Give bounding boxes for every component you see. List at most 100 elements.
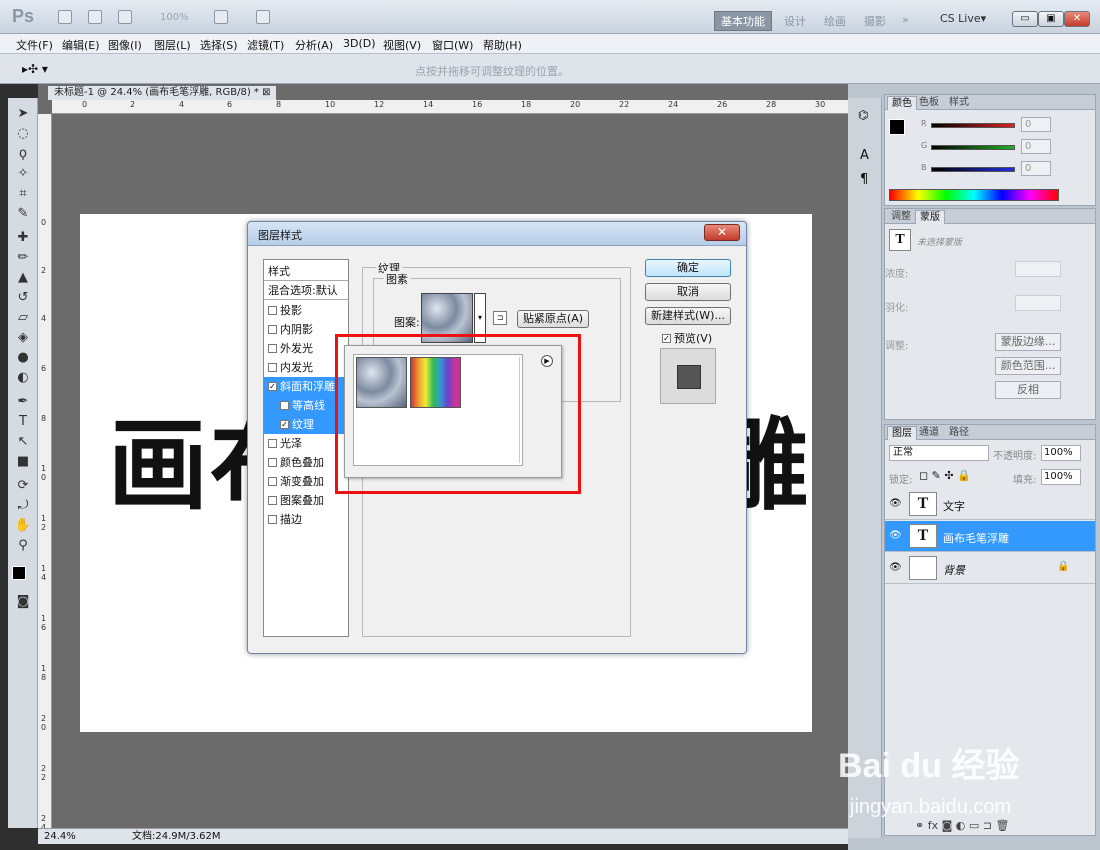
type-tool-icon[interactable]: T bbox=[13, 414, 33, 430]
character-panel-icon[interactable]: A bbox=[860, 148, 869, 163]
checkbox[interactable] bbox=[268, 514, 277, 524]
checkbox[interactable] bbox=[268, 495, 277, 505]
lasso-tool-icon[interactable]: ϙ bbox=[13, 146, 33, 162]
visibility-eye-icon[interactable]: 👁 bbox=[889, 498, 902, 509]
style-pattern-overlay[interactable]: 图案叠加 bbox=[264, 491, 348, 510]
menu-select[interactable]: 选择(S) bbox=[200, 37, 238, 53]
tab-paths[interactable]: 路径 bbox=[945, 426, 973, 440]
restore-button[interactable]: ▣ bbox=[1038, 11, 1064, 27]
preview-checkbox-row[interactable]: ✓ 预览(V) bbox=[662, 330, 712, 346]
move-tool-preset-icon[interactable]: ▸✣ ▾ bbox=[22, 62, 48, 76]
cancel-button[interactable]: 取消 bbox=[645, 283, 731, 301]
workspace-painting[interactable]: 绘画 bbox=[824, 13, 846, 29]
new-style-button[interactable]: 新建样式(W)... bbox=[645, 307, 731, 325]
pattern-rainbow-swatch[interactable] bbox=[410, 357, 461, 408]
blending-options[interactable]: 混合选项:默认 bbox=[264, 281, 348, 300]
fg-color-swatch[interactable] bbox=[889, 119, 905, 135]
snap-to-origin-button[interactable]: 贴紧原点(A) bbox=[517, 310, 589, 328]
menu-analysis[interactable]: 分析(A) bbox=[295, 37, 333, 53]
style-inner-shadow[interactable]: 内阴影 bbox=[264, 320, 348, 339]
style-contour[interactable]: 等高线 bbox=[264, 396, 348, 415]
checkbox-checked[interactable]: ✓ bbox=[280, 419, 289, 429]
density-field[interactable] bbox=[1015, 261, 1061, 277]
tab-color[interactable]: 颜色 bbox=[887, 96, 917, 110]
checkbox[interactable] bbox=[268, 457, 277, 467]
menu-edit[interactable]: 编辑(E) bbox=[62, 37, 100, 53]
style-gradient-overlay[interactable]: 渐变叠加 bbox=[264, 472, 348, 491]
checkbox[interactable] bbox=[268, 362, 277, 372]
menu-view[interactable]: 视图(V) bbox=[383, 37, 421, 53]
ok-button[interactable]: 确定 bbox=[645, 259, 731, 277]
pattern-bubbles-swatch[interactable] bbox=[356, 357, 407, 408]
move-tool-icon[interactable]: ➤ bbox=[13, 106, 33, 122]
tab-channels[interactable]: 通道 bbox=[915, 426, 943, 440]
status-doc-size[interactable]: 文档:24.9M/3.62M bbox=[132, 829, 221, 845]
style-satin[interactable]: 光泽 bbox=[264, 434, 348, 453]
cs-live-menu[interactable]: CS Live▾ bbox=[940, 12, 986, 25]
feather-field[interactable] bbox=[1015, 295, 1061, 311]
g-slider[interactable] bbox=[931, 145, 1015, 150]
style-inner-glow[interactable]: 内发光 bbox=[264, 358, 348, 377]
layer-row[interactable]: 👁 T 文字 bbox=[885, 489, 1095, 520]
lock-icons[interactable]: ◻ ✎ ✣ 🔒 bbox=[919, 469, 971, 482]
checkbox[interactable] bbox=[280, 400, 289, 410]
status-zoom[interactable]: 24.4% bbox=[44, 829, 76, 845]
quick-select-tool-icon[interactable]: ✧ bbox=[13, 166, 33, 182]
style-color-overlay[interactable]: 颜色叠加 bbox=[264, 453, 348, 472]
b-value[interactable]: 0 bbox=[1021, 161, 1051, 176]
paint-bucket-tool-icon[interactable]: ◈ bbox=[13, 330, 33, 346]
dialog-close-button[interactable]: ✕ bbox=[704, 224, 740, 241]
style-outer-glow[interactable]: 外发光 bbox=[264, 339, 348, 358]
color-spectrum-bar[interactable] bbox=[889, 189, 1059, 201]
visibility-eye-icon[interactable]: 👁 bbox=[889, 562, 902, 573]
eraser-tool-icon[interactable]: ▱ bbox=[13, 310, 33, 326]
brush-tool-icon[interactable]: ✏ bbox=[13, 250, 33, 266]
clone-stamp-tool-icon[interactable]: ▲ bbox=[13, 270, 33, 286]
layer-row[interactable]: 👁 背景 🔒 bbox=[885, 553, 1095, 584]
paragraph-panel-icon[interactable]: ¶ bbox=[860, 172, 868, 187]
checkbox[interactable] bbox=[268, 343, 277, 353]
tab-layers[interactable]: 图层 bbox=[887, 426, 917, 440]
tab-masks[interactable]: 蒙版 bbox=[915, 210, 945, 224]
preview-checkbox[interactable]: ✓ bbox=[662, 333, 671, 343]
workspace-photography[interactable]: 摄影 bbox=[864, 13, 886, 29]
b-slider[interactable] bbox=[931, 167, 1015, 172]
3d-rotate-tool-icon[interactable]: ⟳ bbox=[13, 478, 33, 494]
style-stroke[interactable]: 描边 bbox=[264, 510, 348, 529]
pattern-dropdown-arrow[interactable]: ▾ bbox=[474, 293, 486, 343]
style-texture[interactable]: ✓ 纹理 bbox=[264, 415, 348, 434]
healing-brush-tool-icon[interactable]: ✚ bbox=[13, 230, 33, 246]
opacity-field[interactable]: 100% bbox=[1041, 445, 1081, 461]
menu-layer[interactable]: 图层(L) bbox=[154, 37, 191, 53]
styles-header[interactable]: 样式 bbox=[264, 262, 348, 281]
foreground-color-swatch[interactable] bbox=[12, 566, 26, 580]
checkbox[interactable] bbox=[268, 305, 277, 315]
menu-window[interactable]: 窗口(W) bbox=[432, 37, 473, 53]
blend-mode-select[interactable]: 正常 bbox=[889, 445, 989, 461]
checkbox[interactable] bbox=[268, 476, 277, 486]
menu-filter[interactable]: 滤镜(T) bbox=[247, 37, 284, 53]
layer-row-selected[interactable]: 👁 T 画布毛笔浮雕 bbox=[885, 521, 1095, 552]
pen-tool-icon[interactable]: ✒ bbox=[13, 394, 33, 410]
checkbox-checked[interactable]: ✓ bbox=[268, 381, 277, 391]
mini-bridge-icon[interactable] bbox=[88, 10, 102, 24]
tab-styles[interactable]: 样式 bbox=[945, 96, 973, 110]
style-bevel-emboss[interactable]: ✓ 斜面和浮雕 bbox=[264, 377, 348, 396]
marquee-tool-icon[interactable]: ◌ bbox=[13, 126, 33, 142]
r-value[interactable]: 0 bbox=[1021, 117, 1051, 132]
pattern-menu-arrow-icon[interactable]: ▶ bbox=[541, 355, 553, 367]
zoom-tool-icon[interactable]: ⚲ bbox=[13, 538, 33, 554]
history-panel-icon[interactable]: ⌬ bbox=[858, 108, 868, 122]
3d-orbit-tool-icon[interactable]: ⤾ bbox=[13, 498, 33, 514]
view-extras-icon[interactable] bbox=[118, 10, 132, 24]
tab-adjustments[interactable]: 调整 bbox=[887, 210, 915, 224]
document-tab[interactable]: 未标题-1 @ 24.4% (画布毛笔浮雕, RGB/8) * ⊠ bbox=[48, 86, 277, 100]
style-drop-shadow[interactable]: 投影 bbox=[264, 301, 348, 320]
blur-tool-icon[interactable]: ● bbox=[13, 350, 33, 366]
mask-edge-button[interactable]: 蒙版边缘... bbox=[995, 333, 1061, 351]
menu-file[interactable]: 文件(F) bbox=[16, 37, 53, 53]
menu-image[interactable]: 图像(I) bbox=[108, 37, 142, 53]
bridge-icon[interactable] bbox=[58, 10, 72, 24]
workspace-essentials[interactable]: 基本功能 bbox=[714, 11, 772, 31]
menu-help[interactable]: 帮助(H) bbox=[483, 37, 522, 53]
